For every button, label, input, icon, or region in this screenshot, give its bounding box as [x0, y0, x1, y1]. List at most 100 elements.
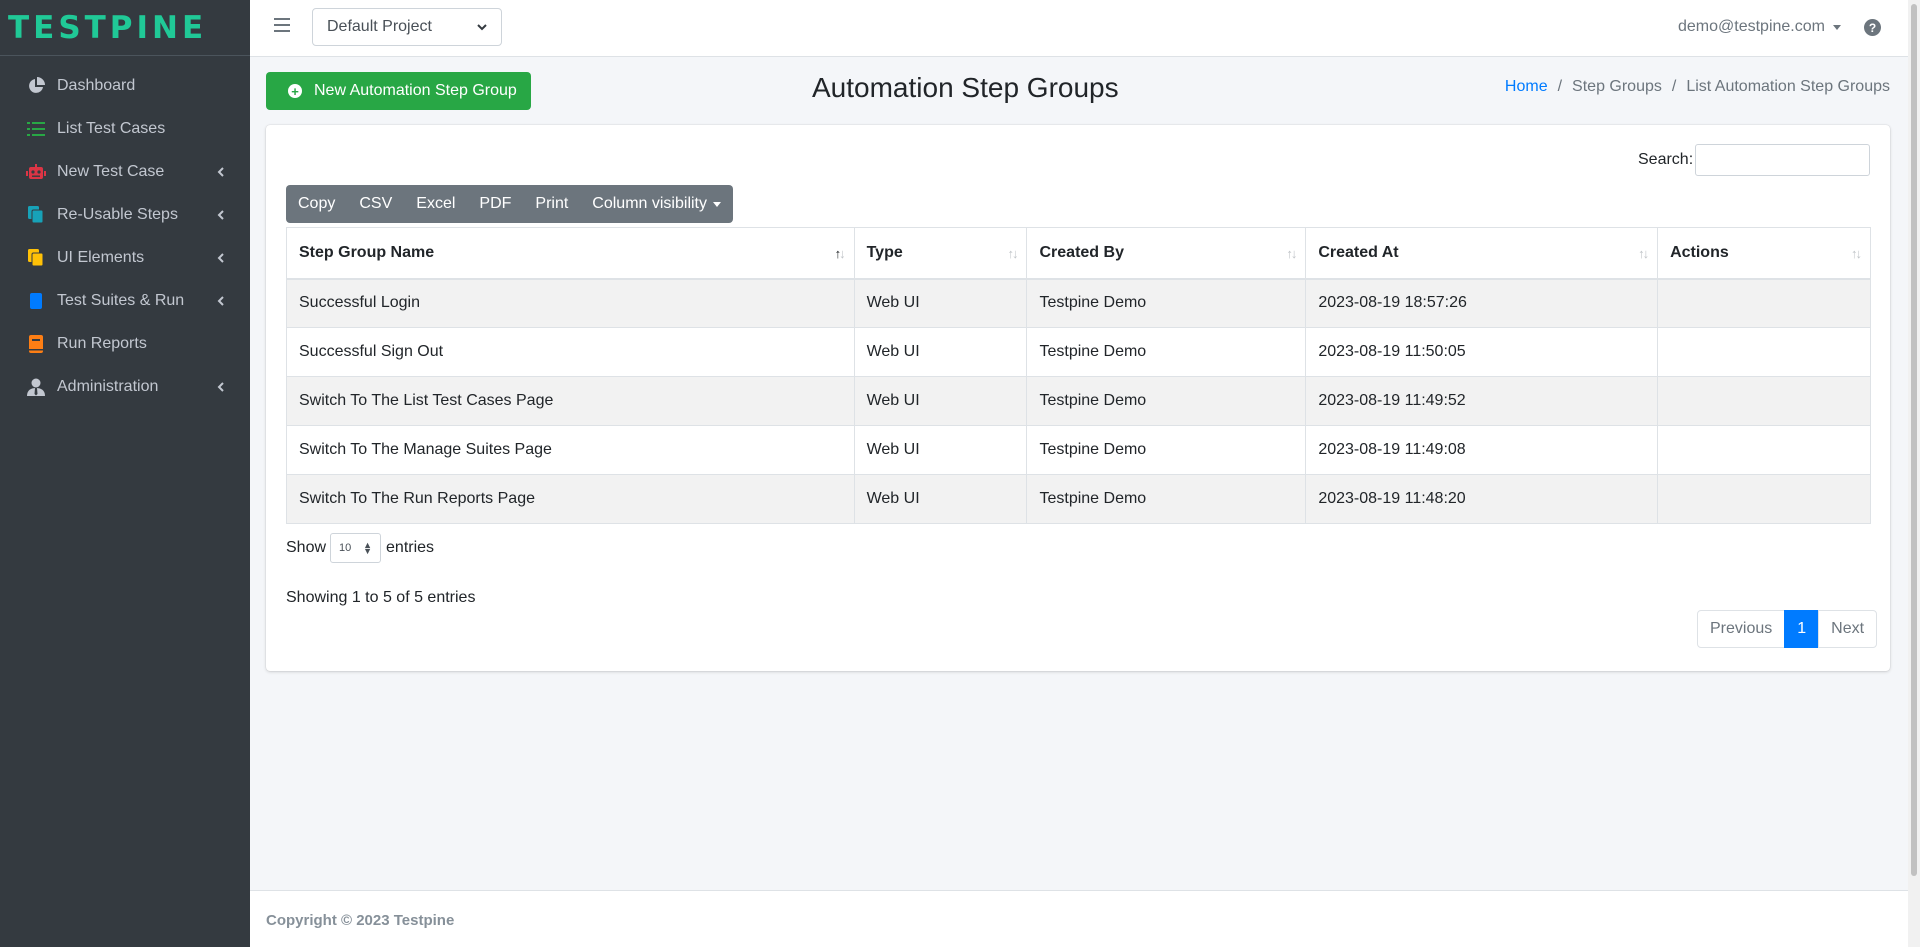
column-visibility-label: Column visibility	[592, 195, 707, 212]
cell-created-at: 2023-08-19 18:57:26	[1305, 278, 1659, 328]
breadcrumb-step-groups: Step Groups	[1572, 78, 1662, 95]
sidebar-nav: Dashboard List Test Cases New Test Case …	[0, 56, 250, 408]
chevron-down-icon	[477, 24, 487, 31]
cell-actions	[1657, 327, 1871, 377]
cell-step-group-name: Switch To The Manage Suites Page	[286, 425, 855, 475]
column-header-step-group-name[interactable]: Step Group Name ↑↓	[286, 227, 855, 280]
cell-type: Web UI	[853, 425, 1028, 475]
brand-logo[interactable]: TESTPINE	[0, 0, 250, 56]
csv-button[interactable]: CSV	[347, 185, 404, 223]
pagination-previous[interactable]: Previous	[1697, 610, 1786, 648]
cell-created-by: Testpine Demo	[1026, 425, 1307, 475]
sidebar-item-test-suites-run[interactable]: Test Suites & Run	[0, 279, 250, 322]
step-groups-card: Search: Copy CSV Excel PDF Print Column …	[266, 125, 1890, 671]
column-header-actions[interactable]: Actions ↑↓	[1657, 227, 1871, 280]
cell-created-at: 2023-08-19 11:48:20	[1305, 474, 1659, 524]
sidebar-item-label: List Test Cases	[57, 119, 166, 137]
cell-step-group-name: Successful Sign Out	[286, 327, 855, 377]
cell-actions	[1657, 278, 1871, 328]
chevron-left-icon	[217, 295, 224, 306]
breadcrumb-separator: /	[1671, 78, 1677, 95]
table-row[interactable]: Switch To The Manage Suites Page Web UI …	[286, 425, 1871, 475]
list-icon	[26, 119, 46, 139]
scrollbar-thumb[interactable]	[1911, 4, 1917, 876]
column-header-created-by[interactable]: Created By ↑↓	[1026, 227, 1307, 280]
table-row[interactable]: Switch To The Run Reports Page Web UI Te…	[286, 474, 1871, 524]
user-menu[interactable]: demo@testpine.com	[1678, 18, 1841, 36]
cell-created-by: Testpine Demo	[1026, 376, 1307, 426]
hamburger-menu-icon[interactable]	[274, 18, 290, 36]
sidebar-item-label: Test Suites & Run	[57, 291, 185, 309]
sidebar-item-list-test-cases[interactable]: List Test Cases	[0, 107, 250, 150]
pagination-page-1[interactable]: 1	[1784, 610, 1820, 648]
brand-name[interactable]: TESTPINE	[8, 10, 207, 46]
excel-button[interactable]: Excel	[404, 185, 467, 223]
cell-actions	[1657, 425, 1871, 475]
table-row[interactable]: Successful Login Web UI Testpine Demo 20…	[286, 278, 1871, 328]
sidebar-item-label: Administration	[57, 377, 159, 395]
cell-type: Web UI	[853, 474, 1028, 524]
breadcrumb-home-link[interactable]: Home	[1505, 78, 1548, 96]
sort-icon: ↑↓	[1638, 246, 1649, 261]
sidebar-item-run-reports[interactable]: Run Reports	[0, 322, 250, 365]
search-input[interactable]	[1695, 144, 1870, 176]
page-length-value: 10	[339, 542, 352, 554]
column-header-type[interactable]: Type ↑↓	[853, 227, 1028, 280]
breadcrumb: Home / Step Groups / List Automation Ste…	[1505, 78, 1890, 96]
search-label: Search:	[1638, 151, 1694, 168]
step-groups-table: Step Group Name ↑↓ Type ↑↓ Created By ↑↓ Cr…	[286, 227, 1871, 524]
sort-icon: ↑↓	[1851, 246, 1862, 261]
caret-down-icon	[1832, 24, 1841, 30]
new-automation-step-group-button[interactable]: + New Automation Step Group	[266, 72, 531, 110]
sidebar-item-ui-elements[interactable]: UI Elements	[0, 236, 250, 279]
page-length-select[interactable]: 10 ▲ ▼	[330, 533, 382, 563]
breadcrumb-separator: /	[1557, 78, 1563, 95]
print-button[interactable]: Print	[523, 185, 580, 223]
user-tie-icon	[26, 377, 46, 397]
copy-icon	[26, 205, 46, 225]
sidebar-item-label: Run Reports	[57, 334, 147, 352]
chevron-left-icon	[217, 252, 224, 263]
sidebar-item-label: Re-Usable Steps	[57, 205, 178, 223]
entries-label: entries	[386, 539, 435, 556]
sort-icon: ↑↓	[1286, 246, 1297, 261]
robot-icon	[26, 162, 46, 182]
copy-button[interactable]: Copy	[286, 185, 347, 223]
select-arrows-icon: ▲ ▼	[363, 540, 373, 556]
user-email: demo@testpine.com	[1678, 18, 1825, 35]
table-row[interactable]: Successful Sign Out Web UI Testpine Demo…	[286, 327, 1871, 377]
pdf-button[interactable]: PDF	[467, 185, 523, 223]
cell-type: Web UI	[853, 278, 1028, 328]
cell-actions	[1657, 474, 1871, 524]
project-select[interactable]: Default Project	[312, 8, 502, 46]
files-icon	[26, 248, 46, 268]
cell-created-by: Testpine Demo	[1026, 278, 1307, 328]
cell-created-by: Testpine Demo	[1026, 474, 1307, 524]
sidebar-item-label: New Test Case	[57, 162, 165, 180]
project-select-value: Default Project	[327, 18, 432, 35]
table-header-row: Step Group Name ↑↓ Type ↑↓ Created By ↑↓ Cr…	[286, 227, 1871, 280]
cell-created-at: 2023-08-19 11:49:08	[1305, 425, 1659, 475]
column-visibility-button[interactable]: Column visibility	[580, 185, 733, 223]
cell-type: Web UI	[853, 376, 1028, 426]
cell-created-at: 2023-08-19 11:50:05	[1305, 327, 1659, 377]
chevron-left-icon	[217, 209, 224, 220]
column-header-created-at[interactable]: Created At ↑↓	[1305, 227, 1659, 280]
sidebar-item-new-test-case[interactable]: New Test Case	[0, 150, 250, 193]
sidebar-item-administration[interactable]: Administration	[0, 365, 250, 408]
table-row[interactable]: Switch To The List Test Cases Page Web U…	[286, 376, 1871, 426]
export-button-group: Copy CSV Excel PDF Print Column visibili…	[286, 185, 733, 223]
sidebar-item-dashboard[interactable]: Dashboard	[0, 64, 250, 107]
page-scrollbar[interactable]	[1908, 0, 1920, 947]
help-icon[interactable]: ?	[1864, 19, 1881, 36]
cube-icon	[26, 291, 46, 311]
cell-type: Web UI	[853, 327, 1028, 377]
copyright-text: Copyright © 2023 Testpine	[266, 912, 455, 929]
cell-step-group-name: Switch To The List Test Cases Page	[286, 376, 855, 426]
plus-circle-icon: +	[288, 84, 302, 98]
cell-step-group-name: Successful Login	[286, 278, 855, 328]
book-icon	[26, 334, 46, 354]
sidebar-item-reusable-steps[interactable]: Re-Usable Steps	[0, 193, 250, 236]
page-length-control: Show 10 ▲ ▼ entries	[286, 533, 434, 563]
pagination-next[interactable]: Next	[1818, 610, 1878, 648]
